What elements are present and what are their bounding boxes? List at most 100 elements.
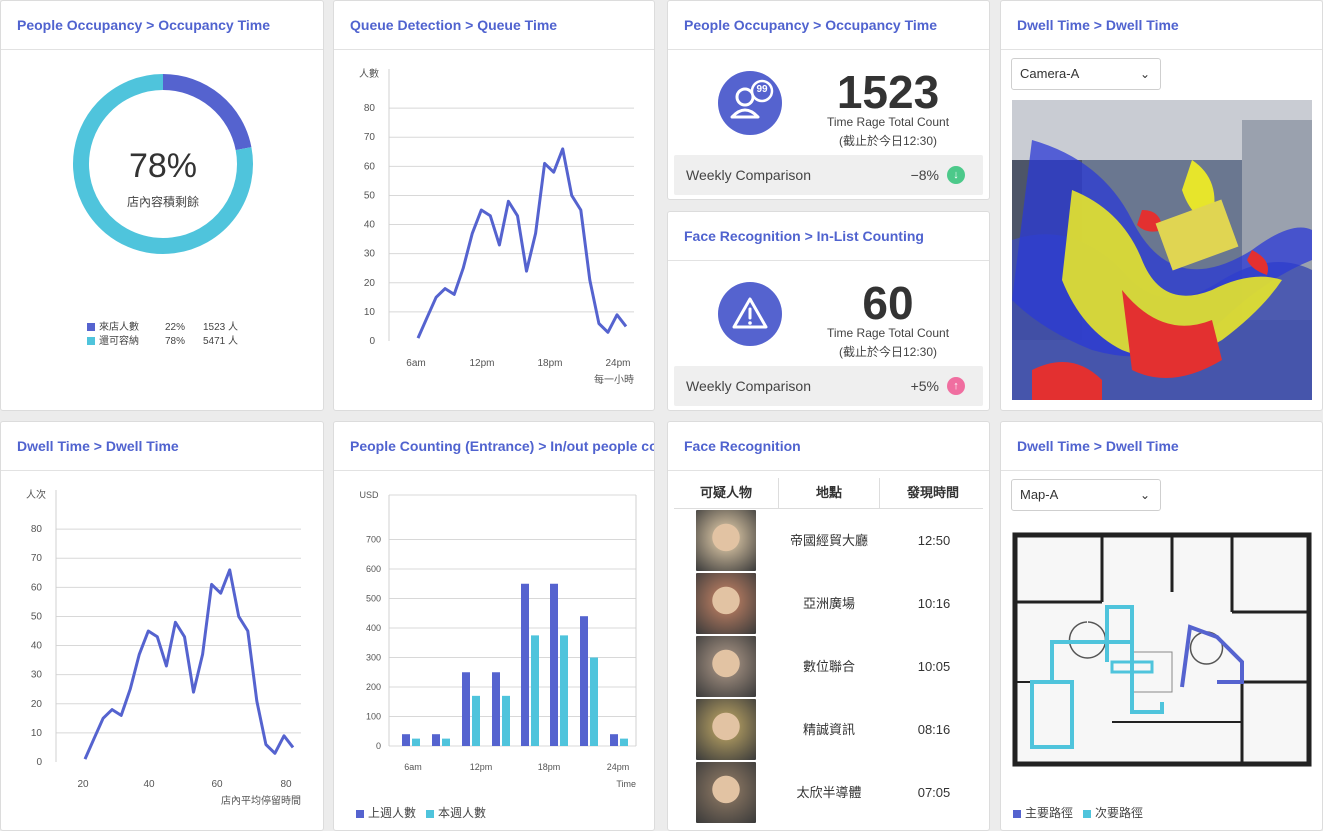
column-header-location: 地點 [779,478,880,508]
table-row[interactable]: 帝國經貿大廳 12:50 [674,509,983,572]
bar [550,583,558,746]
y-tick-label: 70 [364,132,376,143]
y-axis-unit: USD [359,490,379,500]
people-counting-bar-chart: USD 0 100 200 300 400 500 600 700 6am 12pm 18pm 24pm… [359,490,637,789]
legend-pct: 78% [165,336,186,347]
bar [462,672,470,746]
table-row[interactable]: 太欣半導體 07:05 [674,761,983,824]
face-inlist-card: Face Recognition > In-List Counting 60 T… [667,211,990,411]
y-tick-label: 0 [369,336,375,347]
x-tick-label: 18pm [537,358,562,369]
legend-name: 還可容納 [99,336,139,347]
weekly-comparison: Weekly Comparison +5% ↑ [674,366,983,406]
donut-slice [162,74,252,151]
arrow-up-icon: ↑ [947,377,965,395]
dwell-heatmap-card: Dwell Time > Dwell Time Camera-A ⌄ [1000,0,1323,411]
y-tick-label: 600 [366,564,381,574]
bar [610,734,618,746]
table-row[interactable]: 精誠資訊 08:16 [674,698,983,761]
time-cell: 07:05 [917,785,951,800]
y-tick-label: 0 [376,741,381,751]
camera-select[interactable]: Camera-A ⌄ [1011,58,1161,90]
x-tick-label: 20 [77,779,89,790]
time-cell: 10:16 [917,596,951,611]
weekly-value: −8% [910,167,939,183]
legend-item: 本週人數 [426,806,486,820]
map-select[interactable]: Map-A ⌄ [1011,479,1161,511]
legend-count: 1523 人 [203,322,239,333]
inlist-total-value: 60 [862,277,914,329]
legend-name: 主要路徑 [1025,806,1074,820]
location-cell: 亞洲廣場 [802,596,855,611]
occupancy-total-note: (截止於今日12:30) [838,134,938,148]
bar-legend: 上週人數 本週人數 [356,804,496,821]
y-axis-unit: 人次 [26,488,46,501]
card-title: Dwell Time > Dwell Time [1,422,323,471]
x-tick-label: 24pm [605,358,630,369]
line-series [416,147,628,339]
chevron-down-icon: ⌄ [1139,488,1150,502]
warning-icon [718,282,782,346]
y-tick-label: 50 [31,611,43,622]
legend-name: 本週人數 [438,806,487,820]
occupancy-donut-card: People Occupancy > Occupancy Time 78% 店內… [0,0,324,411]
legend-swatch [356,809,364,818]
map-select-value: Map-A [1020,487,1059,502]
legend-count: 5471 人 [203,336,239,347]
y-axis-unit: 人數 [359,67,379,80]
y-tick-label: 30 [31,670,43,681]
table-row[interactable]: 數位聯合 10:05 [674,635,983,698]
card-title: People Counting (Entrance) > In/out peop… [334,422,654,471]
table-row[interactable]: 亞洲廣場 10:16 [674,572,983,635]
legend-swatch [87,323,95,332]
x-tick-label: 12pm [470,762,493,772]
y-tick-label: 80 [31,524,43,535]
x-tick-label: 18pm [538,762,561,772]
x-tick-label: 80 [280,779,292,790]
y-tick-label: 40 [31,641,43,652]
y-tick-label: 60 [364,161,376,172]
chevron-down-icon: ⌄ [1139,67,1150,81]
suspect-photo [696,636,756,697]
queue-time-line-chart: 人數 0 10 20 30 40 50 60 70 80 6am 12pm 18pm 24pm 每一小時 [359,67,634,386]
y-tick-label: 20 [31,699,43,710]
weekly-comparison: Weekly Comparison −8% ↓ [674,155,983,195]
location-cell: 帝國經貿大廳 [789,533,868,548]
legend-item: 次要路徑 [1083,806,1143,820]
donut-legend-item: 還可容納 78% 5471 人 [87,335,238,349]
camera-select-value: Camera-A [1020,66,1080,81]
suspect-photo [696,762,756,823]
x-tick-label: 24pm [607,762,630,772]
y-tick-label: 700 [366,535,381,545]
card-title: Face Recognition > In-List Counting [668,212,989,261]
y-tick-label: 10 [364,307,376,318]
queue-time-card: Queue Detection > Queue Time 人數 0 10 20 30 40… [333,0,655,411]
dwell-map-card: Dwell Time > Dwell Time Map-A ⌄ 主要路徑 次要路徑 [1000,421,1323,831]
legend-swatch [1083,809,1092,818]
y-tick-label: 100 [366,712,381,722]
x-tick-label: 60 [211,779,223,790]
suspect-photo [696,510,756,571]
location-cell: 數位聯合 [802,659,855,674]
occupancy-total-label: Time Rage Total Count [826,115,950,129]
x-tick-label: 12pm [469,358,494,369]
suspect-photo [696,573,756,634]
donut-legend-item: 來店人數 22% 1523 人 [87,321,238,335]
people-counting-card: People Counting (Entrance) > In/out peop… [333,421,655,831]
legend-pct: 22% [165,322,186,333]
dwell-time-chart-card: Dwell Time > Dwell Time 人次 0 10 20 30 40 50 60 7… [0,421,324,831]
card-title: Dwell Time > Dwell Time [1001,1,1322,50]
bar [620,738,628,746]
column-header-suspect: 可疑人物 [674,478,779,508]
bar [521,583,529,746]
bar [531,635,539,746]
map-legend: 主要路徑 次要路徑 [1013,804,1153,821]
weekly-value: +5% [910,378,939,394]
legend-name: 上週人數 [368,806,417,820]
y-tick-label: 200 [366,682,381,692]
bar [412,738,420,746]
y-tick-label: 10 [31,728,43,739]
column-header-time: 發現時間 [906,485,959,500]
y-tick-label: 400 [366,623,381,633]
y-tick-label: 60 [31,582,43,593]
